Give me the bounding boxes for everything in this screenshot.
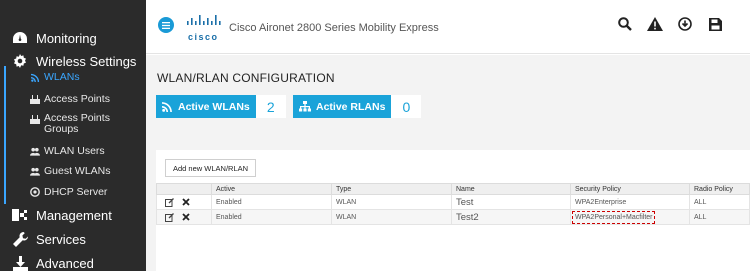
advanced-download-icon (12, 255, 28, 271)
active-section-indicator (4, 66, 6, 204)
network-icon (299, 101, 311, 112)
sidebar-item-label: Guest WLANs (44, 164, 111, 177)
sidebar-item-label: Access Points (44, 92, 110, 105)
save-button[interactable] (706, 15, 724, 33)
active-wlans-count: 2 (255, 95, 286, 118)
sidebar-item-dhcp-server[interactable]: DHCP Server (0, 185, 146, 199)
row-actions (156, 209, 212, 225)
save-icon (708, 17, 722, 31)
sidebar-item-wireless-settings[interactable]: Wireless Settings (0, 52, 146, 70)
column-header-actions (156, 183, 212, 195)
add-wlan-button[interactable]: Add new WLAN/RLAN (165, 159, 257, 177)
page-title: WLAN/RLAN CONFIGURATION (157, 71, 335, 85)
users-icon (30, 146, 40, 156)
cell-name: Test (451, 194, 571, 210)
sidebar-item-label: DHCP Server (44, 185, 108, 198)
column-header-security-policy[interactable]: Security Policy (570, 183, 690, 195)
cell-radio-policy: ALL (689, 209, 750, 225)
cisco-logo: cisco (186, 14, 222, 42)
access-point-icon (30, 94, 40, 104)
sidebar-item-label: WLAN Users (44, 144, 105, 157)
sidebar-item-access-points-groups[interactable]: Access Points Groups (0, 113, 146, 135)
cell-type: WLAN (331, 209, 452, 225)
cell-type: WLAN (331, 194, 452, 210)
column-header-radio-policy[interactable]: Radio Policy (689, 183, 750, 195)
app-title: Cisco Aironet 2800 Series Mobility Expre… (229, 22, 439, 34)
table-row[interactable]: Enabled WLAN Test2 WPA2Personal+Macfilte… (156, 209, 750, 225)
table-header-row: Active Type Name Security Policy Radio P… (156, 183, 750, 195)
wlan-panel: Add new WLAN/RLAN Active Type Name Secur… (156, 150, 750, 271)
top-bar: cisco Cisco Aironet 2800 Series Mobility… (146, 0, 750, 54)
active-rlans-label-box: Active RLANs (293, 95, 392, 118)
gear-icon (12, 53, 28, 69)
cell-security-policy: WPA2Enterprise (570, 194, 690, 210)
sidebar-item-label: WLANs (44, 70, 80, 83)
active-rlans-count: 0 (391, 95, 422, 118)
security-policy-highlight: WPA2Personal+Macfilter (571, 210, 656, 224)
cell-security-policy: WPA2Personal+Macfilter (570, 209, 690, 225)
search-icon (618, 17, 632, 31)
menu-toggle-button[interactable] (158, 17, 174, 33)
sidebar-item-services[interactable]: Services (0, 230, 146, 248)
active-wlans-card[interactable]: Active WLANs 2 (156, 95, 286, 118)
sidebar-item-label: Wireless Settings (36, 53, 137, 69)
active-wlans-label: Active WLANs (178, 100, 250, 113)
dhcp-icon (30, 187, 40, 197)
wifi-icon (162, 102, 172, 112)
sidebar-item-label: Advanced (36, 255, 94, 271)
column-header-active[interactable]: Active (211, 183, 332, 195)
cisco-wordmark: cisco (188, 32, 219, 42)
sidebar-item-label: Services (36, 231, 86, 247)
cell-active: Enabled (211, 194, 332, 210)
sidebar-item-label: Access Points Groups (44, 112, 110, 135)
row-actions (156, 194, 212, 210)
sidebar-item-advanced[interactable]: Advanced (0, 254, 146, 271)
active-rlans-card[interactable]: Active RLANs 0 (293, 95, 422, 118)
edit-icon[interactable] (164, 197, 174, 207)
active-wlans-label-box: Active WLANs (156, 95, 256, 118)
access-point-groups-icon (30, 114, 40, 124)
sidebar-item-monitoring[interactable]: Monitoring (0, 29, 146, 47)
sidebar-item-label: Monitoring (36, 30, 97, 46)
download-button[interactable] (676, 15, 694, 33)
column-header-type[interactable]: Type (331, 183, 452, 195)
wrench-icon (12, 231, 28, 247)
sidebar-item-access-points[interactable]: Access Points (0, 92, 146, 106)
management-icon (12, 207, 28, 223)
sidebar-item-management[interactable]: Management (0, 206, 146, 224)
cell-name: Test2 (451, 209, 571, 225)
dashboard-icon (12, 30, 28, 46)
wifi-icon (30, 72, 40, 82)
alert-icon (647, 17, 663, 31)
delete-icon[interactable] (181, 212, 191, 222)
sidebar-item-guest-wlans[interactable]: Guest WLANs (0, 164, 146, 178)
search-button[interactable] (616, 15, 634, 33)
cell-active: Enabled (211, 209, 332, 225)
download-icon (678, 17, 692, 31)
active-rlans-label: Active RLANs (316, 100, 386, 113)
guest-users-icon (30, 166, 40, 176)
sidebar-item-wlans[interactable]: WLANs (0, 70, 146, 84)
cell-radio-policy: ALL (689, 194, 750, 210)
alerts-button[interactable] (646, 15, 664, 33)
delete-icon[interactable] (181, 197, 191, 207)
sidebar: Monitoring Wireless Settings WLANs Acces… (0, 0, 146, 271)
hamburger-icon (162, 21, 170, 29)
edit-icon[interactable] (164, 212, 174, 222)
main-content: WLAN/RLAN CONFIGURATION Active WLANs 2 A… (146, 55, 750, 271)
sidebar-item-label: Management (36, 207, 112, 223)
table-row[interactable]: Enabled WLAN Test WPA2Enterprise ALL (156, 194, 750, 210)
wlan-table: Active Type Name Security Policy Radio P… (156, 183, 750, 225)
column-header-name[interactable]: Name (451, 183, 571, 195)
sidebar-item-wlan-users[interactable]: WLAN Users (0, 144, 146, 158)
